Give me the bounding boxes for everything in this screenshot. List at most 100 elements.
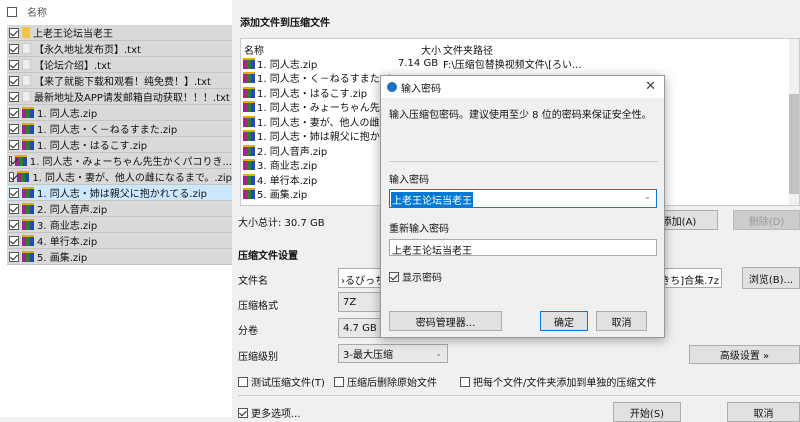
format-value: 7Z	[343, 296, 357, 308]
file-tree-panel: 名称 上老王论坛当老王 【永久地址发布页】.txt 【论坛介绍】.txt 【来了就能下…	[0, 0, 232, 417]
row-checkbox[interactable]	[9, 155, 12, 166]
file-row[interactable]: 1. 同人志・みょーちゃん先生	[243, 100, 390, 114]
tree-row[interactable]: 1. 同人志・妻が、他人の雌になるまで。.zip	[7, 169, 232, 185]
file-row[interactable]: 4. 单行本.zip	[243, 172, 317, 187]
advanced-settings-button[interactable]: 高级设置 »	[689, 345, 800, 364]
row-label: 1. 同人志・姉は親父に抱かれてる.zip	[37, 189, 207, 200]
zip-icon	[22, 251, 34, 262]
zip-icon	[22, 123, 34, 134]
tree-row[interactable]: 上老王论坛当老王	[7, 25, 232, 41]
tree-row[interactable]: 1. 同人志・みょーちゃん先生かくパコりき...	[7, 153, 232, 169]
row-label: 3. 商业志.zip	[37, 221, 98, 232]
row-checkbox[interactable]	[9, 43, 19, 54]
row-checkbox[interactable]	[9, 75, 19, 86]
select-all-checkbox[interactable]	[7, 6, 17, 17]
format-label: 压缩格式	[238, 301, 278, 312]
browse-button[interactable]: 浏览(B)...	[742, 267, 800, 289]
tree-row[interactable]: 1. 同人志・く－ねるすまた.zip	[7, 121, 232, 137]
folder-icon	[22, 27, 30, 38]
tree-row[interactable]: 【永久地址发布页】.txt	[7, 41, 232, 57]
file-row[interactable]: 5. 画集.zip	[243, 187, 307, 201]
tree-row[interactable]: 4. 单行本.zip	[7, 233, 232, 249]
name-column-header[interactable]: 名称	[27, 4, 47, 19]
tree-row[interactable]: 1. 同人志・はるこす.zip	[7, 137, 232, 153]
row-checkbox[interactable]	[9, 91, 19, 102]
cancel-button[interactable]: 取消	[727, 402, 800, 422]
row-checkbox[interactable]	[9, 107, 19, 118]
ok-button[interactable]: 确定	[540, 311, 588, 331]
row-checkbox[interactable]	[9, 171, 15, 182]
more-options-checkbox[interactable]: 更多选项...	[238, 405, 301, 420]
password-dialog: 输入密码 ✕ 输入压缩包密码。建议使用至少 8 位的密码来保证安全性。 输入密码…	[380, 75, 665, 338]
tree-row[interactable]: 5. 画集.zip	[7, 249, 232, 265]
level-label: 压缩级别	[238, 352, 278, 363]
tree-row[interactable]: 1. 同人志.zip	[7, 105, 232, 121]
reenter-input[interactable]: 上老王论坛当老王	[389, 239, 657, 257]
password-value: 上老王论坛当老王	[391, 192, 473, 207]
chevron-down-icon: ⌄	[435, 349, 442, 358]
file-name: 5. 画集.zip	[257, 190, 308, 201]
row-label: 4. 单行本.zip	[37, 237, 98, 248]
file-row[interactable]: 2. 同人音声.zip	[243, 143, 328, 158]
zip-icon	[22, 187, 34, 198]
file-row[interactable]: 3. 商业志.zip	[243, 158, 317, 172]
row-checkbox[interactable]	[9, 251, 19, 262]
file-row[interactable]: 1. 同人志・く－ねるすまた.zip	[243, 71, 397, 85]
zip-icon	[22, 203, 34, 214]
test-archive-option[interactable]: 测试压缩文件(T)	[238, 374, 325, 389]
zip-icon	[243, 144, 255, 156]
file-name: 2. 同人音声.zip	[257, 146, 328, 158]
row-checkbox[interactable]	[9, 203, 19, 214]
txt-icon	[22, 75, 31, 86]
zip-icon	[243, 159, 255, 170]
reenter-label: 重新输入密码	[389, 224, 449, 235]
file-row[interactable]: 1. 同人志・はるこす.zip	[243, 85, 368, 100]
tree-row[interactable]: 【来了就能下载和观看！纯免费！】.txt	[7, 73, 232, 89]
chevron-down-icon[interactable]: ⌄	[644, 192, 651, 201]
row-checkbox[interactable]	[9, 123, 19, 134]
txt-icon	[22, 91, 31, 102]
password-combo[interactable]: 上老王论坛当老王 ⌄	[389, 189, 657, 208]
level-select[interactable]: 3-最大压缩 ⌄	[338, 344, 448, 363]
password-manager-button[interactable]: 密码管理器...	[389, 311, 502, 331]
zip-icon	[243, 188, 255, 199]
divider	[238, 395, 800, 396]
dialog-title: 输入密码	[401, 83, 441, 95]
col-size[interactable]: 大小	[421, 42, 441, 57]
file-row[interactable]: 1. 同人志・妻が、他人の雌に	[243, 114, 390, 129]
zip-icon	[243, 86, 255, 98]
zip-icon	[22, 235, 34, 246]
zip-icon	[243, 72, 255, 83]
dialog-cancel-button[interactable]: 取消	[596, 311, 647, 331]
row-checkbox[interactable]	[9, 235, 19, 246]
tree-row[interactable]: 2. 同人音声.zip	[7, 201, 232, 217]
file-row[interactable]: 1. 同人志・姉は親父に抱かれ	[243, 129, 390, 143]
tree-row[interactable]: 最新地址及APP请发邮箱自动获取！！！.txt	[7, 89, 232, 105]
tree-row[interactable]: 【论坛介绍】.txt	[7, 57, 232, 73]
file-name: 1. 同人志・はるこす.zip	[257, 88, 368, 100]
tree-row[interactable]: 3. 商业志.zip	[7, 217, 232, 233]
zip-icon	[22, 139, 34, 150]
row-label: 2. 同人音声.zip	[37, 205, 108, 216]
row-label: 【论坛介绍】.txt	[34, 61, 111, 72]
show-password-checkbox[interactable]: 显示密码	[389, 269, 442, 284]
scrollbar[interactable]	[789, 39, 799, 205]
close-icon[interactable]: ✕	[645, 79, 656, 94]
row-checkbox[interactable]	[9, 59, 19, 70]
file-name: 1. 同人志・妻が、他人の雌に	[257, 117, 390, 129]
separate-archives-option[interactable]: 把每个文件/文件夹添加到单独的压缩文件	[460, 374, 656, 389]
tree-row[interactable]: 1. 同人志・姉は親父に抱かれてる.zip	[7, 185, 232, 201]
file-name: 1. 同人志・姉は親父に抱かれ	[257, 132, 390, 143]
password-label: 输入密码	[389, 175, 429, 186]
row-checkbox[interactable]	[9, 187, 19, 198]
row-checkbox[interactable]	[9, 219, 19, 230]
delete-after-option[interactable]: 压缩后删除原始文件	[334, 374, 437, 389]
file-row[interactable]: 1. 同人志.zip 7.14 GB F:\压缩包替换视频文件\[ろい...	[243, 56, 582, 71]
row-checkbox[interactable]	[9, 139, 19, 150]
row-checkbox[interactable]	[9, 27, 19, 38]
zip-icon	[22, 219, 34, 230]
file-path: F:\压缩包替换视频文件\[ろい...	[443, 59, 582, 71]
total-size: 大小总计: 30.7 GB	[238, 218, 325, 229]
start-button[interactable]: 开始(S)	[613, 402, 681, 422]
delete-button[interactable]: 删除(D)	[733, 210, 800, 230]
